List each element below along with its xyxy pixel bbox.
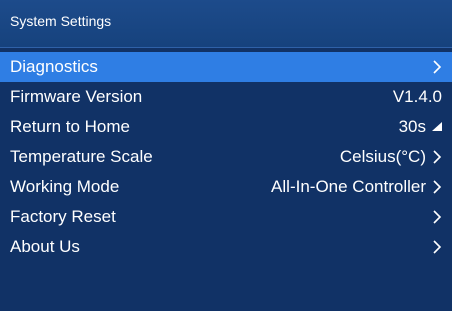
settings-menu: Diagnostics Firmware Version V1.4.0 Retu… [0,52,452,262]
menu-item-temperature-scale[interactable]: Temperature Scale Celsius(°C) [0,142,452,172]
chevron-right-icon [430,209,444,225]
menu-item-about-us[interactable]: About Us [0,232,452,262]
chevron-right-icon [430,149,444,165]
menu-item-return-to-home[interactable]: Return to Home 30s [0,112,452,142]
settings-screen: System Settings Diagnostics Firmware Ver… [0,0,452,311]
menu-item-firmware-version[interactable]: Firmware Version V1.4.0 [0,82,452,112]
title-bar: System Settings [0,0,452,48]
menu-item-working-mode[interactable]: Working Mode All-In-One Controller [0,172,452,202]
menu-item-label: Temperature Scale [10,147,153,166]
menu-item-label: Return to Home [10,117,130,136]
menu-item-label: Firmware Version [10,87,143,106]
chevron-right-icon [430,59,444,75]
return-to-home-value: 30s [398,117,426,136]
working-mode-value: All-In-One Controller [271,177,426,196]
firmware-version-value: V1.4.0 [392,87,442,106]
menu-item-label: Factory Reset [10,207,116,226]
menu-item-diagnostics[interactable]: Diagnostics [0,52,452,82]
triangle-corner-icon [430,119,444,135]
chevron-right-icon [430,179,444,195]
menu-item-factory-reset[interactable]: Factory Reset [0,202,452,232]
temperature-scale-value: Celsius(°C) [339,147,426,166]
menu-item-label: Working Mode [10,177,120,196]
page-title: System Settings [10,13,112,29]
chevron-right-icon [430,239,444,255]
menu-item-label: About Us [10,237,80,256]
menu-item-label: Diagnostics [10,57,98,76]
